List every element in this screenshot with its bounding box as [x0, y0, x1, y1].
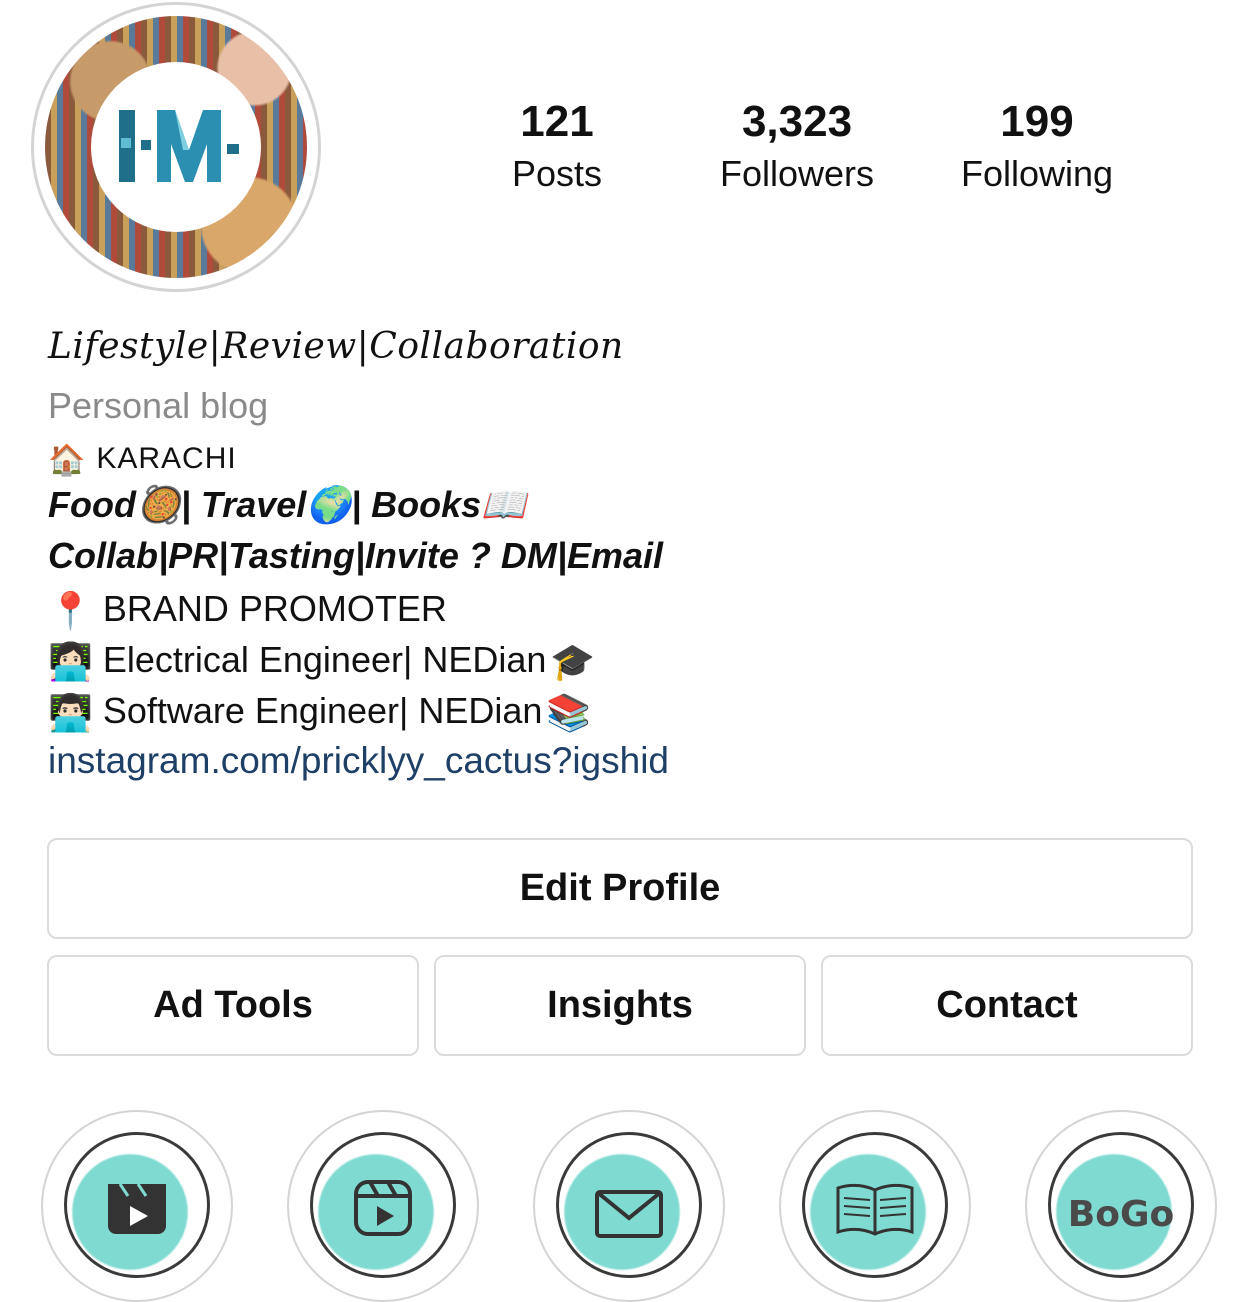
avatar-logo — [91, 62, 261, 232]
woman-technologist-icon: 👩🏻‍💻 — [48, 641, 93, 683]
posts-count: 121 — [520, 97, 594, 146]
story-highlight-1[interactable] — [41, 1110, 233, 1302]
profile-avatar[interactable] — [31, 2, 321, 292]
avatar-image — [45, 16, 307, 278]
bio-title: Lifestyle|Review|Collaboration — [48, 326, 624, 367]
bio-interests: Food🥘| Travel🌍| Books📖 — [48, 484, 527, 525]
highlight-cover-1 — [64, 1132, 210, 1278]
story-highlight-2[interactable] — [287, 1110, 479, 1302]
edit-profile-button[interactable]: Edit Profile — [47, 838, 1193, 939]
story-highlight-3[interactable] — [533, 1110, 725, 1302]
bio-electrical-engineer: 👩🏻‍💻 Electrical Engineer| NEDian 🎓 — [48, 639, 605, 683]
bogo-text-icon: BoGo — [1067, 1193, 1175, 1235]
followers-label: Followers — [719, 153, 875, 194]
bio-location: 🏠 KARACHI — [48, 442, 237, 478]
bio-collab: Collab|PR|Tasting|Invite ? DM|Email — [48, 535, 664, 576]
following-stat[interactable]: 199 Following — [927, 100, 1147, 192]
pin-icon: 📍 — [48, 590, 93, 632]
mail-icon — [595, 1190, 663, 1238]
man-technologist-icon: 👨🏻‍💻 — [48, 692, 93, 734]
brand-promoter-text: BRAND PROMOTER — [102, 588, 447, 629]
highlight-cover-4 — [802, 1132, 948, 1278]
reels-clapper-icon — [108, 1183, 166, 1234]
ad-tools-button[interactable]: Ad Tools — [47, 955, 419, 1056]
story-highlight-4[interactable] — [779, 1110, 971, 1302]
insights-button[interactable]: Insights — [434, 955, 806, 1056]
book-icon — [836, 1183, 914, 1236]
reels-play-icon — [354, 1180, 412, 1236]
location-text: KARACHI — [96, 442, 237, 475]
highlight-cover-5: BoGo — [1048, 1132, 1194, 1278]
posts-label: Posts — [511, 153, 603, 194]
bio-link[interactable]: instagram.com/pricklyy_cactus?igshid — [48, 740, 669, 782]
bio-brand-promoter: 📍 BRAND PROMOTER — [48, 588, 447, 632]
bio-software-engineer: 👨🏻‍💻 Software Engineer| NEDian 📚 — [48, 690, 601, 734]
software-engineer-text: Software Engineer| NEDian — [102, 690, 543, 731]
following-label: Following — [960, 153, 1114, 194]
contact-button[interactable]: Contact — [821, 955, 1193, 1056]
graduation-cap-icon: 🎓 — [550, 641, 596, 683]
followers-count: 3,323 — [741, 97, 853, 146]
highlight-cover-2 — [310, 1132, 456, 1278]
highlight-cover-3 — [556, 1132, 702, 1278]
following-count: 199 — [1000, 97, 1074, 146]
books-icon: 📚 — [546, 692, 592, 734]
bio-category: Personal blog — [48, 385, 269, 426]
story-highlight-5[interactable]: BoGo — [1025, 1110, 1217, 1302]
house-icon: 🏠 — [48, 443, 87, 477]
electrical-engineer-text: Electrical Engineer| NEDian — [102, 639, 547, 680]
posts-stat[interactable]: 121 Posts — [447, 100, 667, 192]
followers-stat[interactable]: 3,323 Followers — [687, 100, 907, 192]
